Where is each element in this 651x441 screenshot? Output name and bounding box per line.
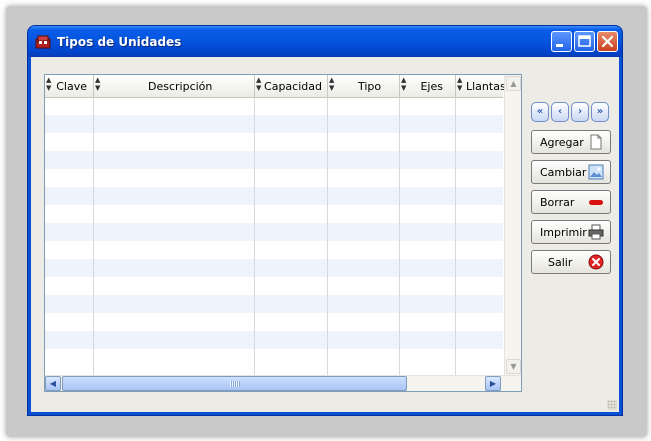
table-row bbox=[45, 169, 503, 187]
vertical-scrollbar[interactable]: ▲ ▼ bbox=[504, 75, 521, 375]
table-body[interactable] bbox=[45, 97, 503, 375]
chevron-up-icon: ▲ bbox=[510, 79, 517, 88]
column-label: Llantas bbox=[466, 80, 506, 93]
sort-icon: ▲ ▼ bbox=[457, 76, 463, 92]
table-row bbox=[45, 241, 503, 259]
minimize-icon bbox=[556, 44, 563, 47]
add-button[interactable]: Agregar bbox=[531, 130, 611, 154]
print-button[interactable]: Imprimir bbox=[531, 220, 611, 244]
first-record-button[interactable]: « bbox=[531, 102, 549, 122]
table-row bbox=[45, 223, 503, 241]
last-record-button[interactable]: » bbox=[591, 102, 609, 122]
chevron-left-icon: ‹ bbox=[557, 106, 563, 117]
app-icon bbox=[35, 35, 51, 49]
edit-picture-icon bbox=[588, 164, 604, 180]
new-document-icon bbox=[590, 134, 602, 150]
double-chevron-left-icon: « bbox=[536, 106, 544, 117]
minus-icon bbox=[589, 200, 603, 205]
sort-icon: ▲ ▼ bbox=[95, 76, 101, 92]
table-row bbox=[45, 259, 503, 277]
column-label: Tipo bbox=[358, 80, 382, 93]
table-row bbox=[45, 349, 503, 367]
column-header-clave[interactable]: ▲ ▼ Clave bbox=[45, 75, 94, 97]
sort-icon: ▲ ▼ bbox=[401, 76, 407, 92]
chevron-down-icon: ▼ bbox=[510, 362, 517, 371]
column-header-capacidad[interactable]: ▲ ▼ Capacidad bbox=[255, 75, 328, 97]
delete-button-label: Borrar bbox=[540, 196, 575, 209]
column-divider bbox=[327, 97, 328, 375]
table-row bbox=[45, 97, 503, 115]
edit-button[interactable]: Cambiar bbox=[531, 160, 611, 184]
delete-button[interactable]: Borrar bbox=[531, 190, 611, 214]
horizontal-scroll-thumb[interactable] bbox=[62, 376, 407, 391]
column-header-llantas[interactable]: ▲ ▼ Llantas bbox=[456, 75, 506, 97]
sort-icon: ▲ ▼ bbox=[46, 76, 52, 92]
maximize-icon bbox=[578, 35, 591, 47]
column-label: Clave bbox=[56, 80, 87, 93]
table-row bbox=[45, 205, 503, 223]
horizontal-scrollbar[interactable]: ◀ ▶ bbox=[45, 375, 521, 391]
units-table[interactable]: ▲ ▼ Clave ▲ ▼ Descripción ▲ ▼ Capacidad ▲ ▼ … bbox=[44, 74, 522, 392]
column-header-descripcion[interactable]: ▲ ▼ Descripción bbox=[94, 75, 255, 97]
exit-button-label: Salir bbox=[548, 256, 573, 269]
column-label: Descripción bbox=[148, 80, 213, 93]
column-label: Ejes bbox=[420, 80, 443, 93]
window-client-area: ▲ ▼ Clave ▲ ▼ Descripción ▲ ▼ Capacidad ▲ ▼ … bbox=[31, 57, 619, 412]
add-button-label: Agregar bbox=[540, 136, 584, 149]
next-record-button[interactable]: › bbox=[571, 102, 589, 122]
table-row bbox=[45, 295, 503, 313]
previous-record-button[interactable]: ‹ bbox=[551, 102, 569, 122]
double-chevron-right-icon: » bbox=[596, 106, 604, 117]
table-row bbox=[45, 133, 503, 151]
grip-icon bbox=[230, 381, 240, 387]
close-icon bbox=[601, 35, 614, 48]
printer-icon bbox=[588, 224, 604, 240]
print-button-label: Imprimir bbox=[540, 226, 587, 239]
cancel-icon bbox=[588, 254, 604, 270]
window-title: Tipos de Unidades bbox=[57, 35, 182, 49]
resize-grip-icon[interactable] bbox=[607, 400, 617, 410]
scroll-down-button[interactable]: ▼ bbox=[506, 359, 521, 374]
column-header-ejes[interactable]: ▲ ▼ Ejes bbox=[400, 75, 456, 97]
column-header-tipo[interactable]: ▲ ▼ Tipo bbox=[328, 75, 400, 97]
sort-icon: ▲ ▼ bbox=[256, 76, 262, 92]
column-divider bbox=[254, 97, 255, 375]
column-divider bbox=[455, 97, 456, 375]
sort-icon: ▲ ▼ bbox=[329, 76, 335, 92]
scroll-up-button[interactable]: ▲ bbox=[506, 76, 521, 91]
app-window: Tipos de Unidades ▲ ▼ Clave ▲ ▼ Descripc… bbox=[27, 25, 623, 416]
title-bar[interactable]: Tipos de Unidades bbox=[28, 26, 622, 57]
table-row bbox=[45, 151, 503, 169]
maximize-button[interactable] bbox=[574, 31, 595, 52]
chevron-right-icon: ▶ bbox=[489, 379, 497, 388]
table-header: ▲ ▼ Clave ▲ ▼ Descripción ▲ ▼ Capacidad ▲ ▼ … bbox=[45, 75, 506, 98]
table-row bbox=[45, 187, 503, 205]
column-label: Capacidad bbox=[264, 80, 322, 93]
edit-button-label: Cambiar bbox=[540, 166, 587, 179]
table-row bbox=[45, 277, 503, 295]
chevron-right-icon: › bbox=[577, 106, 583, 117]
column-divider bbox=[399, 97, 400, 375]
chevron-left-icon: ◀ bbox=[49, 379, 57, 388]
exit-button[interactable]: Salir bbox=[531, 250, 611, 274]
scroll-right-button[interactable]: ▶ bbox=[485, 376, 501, 391]
table-row bbox=[45, 115, 503, 133]
scroll-left-button[interactable]: ◀ bbox=[45, 376, 61, 391]
table-row bbox=[45, 313, 503, 331]
column-divider bbox=[93, 97, 94, 375]
minimize-button[interactable] bbox=[551, 31, 572, 52]
table-row bbox=[45, 331, 503, 349]
close-button[interactable] bbox=[597, 31, 618, 52]
